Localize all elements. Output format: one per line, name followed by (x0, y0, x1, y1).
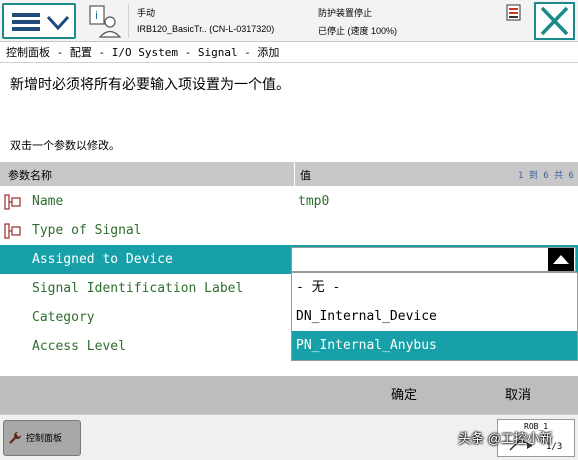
user-info-button[interactable]: i (84, 2, 124, 40)
controller-name: IRB120_BasicTr.. (CN-L-0317320) (137, 24, 275, 34)
column-header-value: 值 (300, 170, 311, 182)
triangle-up-icon (553, 255, 569, 264)
breadcrumb: 控制面板 - 配置 - I/O System - Signal - 添加 (0, 43, 578, 63)
divider (128, 4, 129, 38)
taskbar-control-panel[interactable]: 控制面板 (3, 420, 81, 456)
column-divider (294, 162, 295, 186)
dropdown-option-highlighted[interactable]: PN_Internal_Anybus (292, 331, 577, 360)
table-row[interactable]: Name tmp0 (0, 187, 578, 216)
wrench-icon (9, 431, 22, 444)
required-field-icon (4, 194, 21, 210)
column-header-name: 参数名称 (8, 170, 52, 182)
instruction-text: 新增时必须将所有必要输入项设置为一个值。 (10, 76, 290, 92)
menu-icon (12, 13, 70, 31)
taskbar-control-panel-label: 控制面板 (26, 433, 63, 443)
svg-text:i: i (95, 9, 98, 22)
pagination-label: 1 到 6 共 6 (518, 171, 574, 181)
status-bar: i 手动 IRB120_BasicTr.. (CN-L-0317320) 防护装… (0, 0, 578, 42)
ok-button[interactable]: 确定 (348, 376, 460, 414)
hint-text: 双击一个参数以修改。 (10, 140, 120, 152)
parameter-name: Signal Identification Label (32, 281, 244, 296)
main-menu-button[interactable] (2, 3, 76, 39)
dropdown-option[interactable]: - 无 - (292, 273, 577, 302)
dropdown-option[interactable]: DN_Internal_Device (292, 302, 577, 331)
table-row[interactable]: Type of Signal (0, 216, 578, 245)
user-info-icon: i (89, 5, 122, 38)
parameter-name: Access Level (32, 339, 126, 354)
table-header: 参数名称 值 1 到 6 共 6 (0, 162, 578, 186)
required-field-icon (4, 223, 21, 239)
safety-status: 防护装置停止 (318, 8, 373, 18)
operating-mode: 手动 (137, 8, 156, 18)
close-button[interactable] (534, 2, 575, 40)
parameter-name: Assigned to Device (32, 252, 173, 267)
close-icon (540, 6, 569, 36)
dropdown-toggle-button[interactable] (548, 248, 574, 271)
parameter-name: Type of Signal (32, 223, 142, 238)
device-dropdown-list: - 无 - DN_Internal_Device PN_Internal_Any… (291, 272, 578, 361)
parameter-name: Name (32, 194, 64, 209)
status-warning-icon[interactable] (506, 4, 522, 22)
parameter-value: tmp0 (298, 194, 330, 209)
watermark-text: 头条 @工控小新 (458, 431, 553, 446)
cancel-button[interactable]: 取消 (462, 376, 574, 414)
parameter-name: Category (32, 310, 95, 325)
run-state: 已停止 (速度 100%) (318, 26, 398, 36)
device-select-field[interactable] (291, 247, 576, 272)
